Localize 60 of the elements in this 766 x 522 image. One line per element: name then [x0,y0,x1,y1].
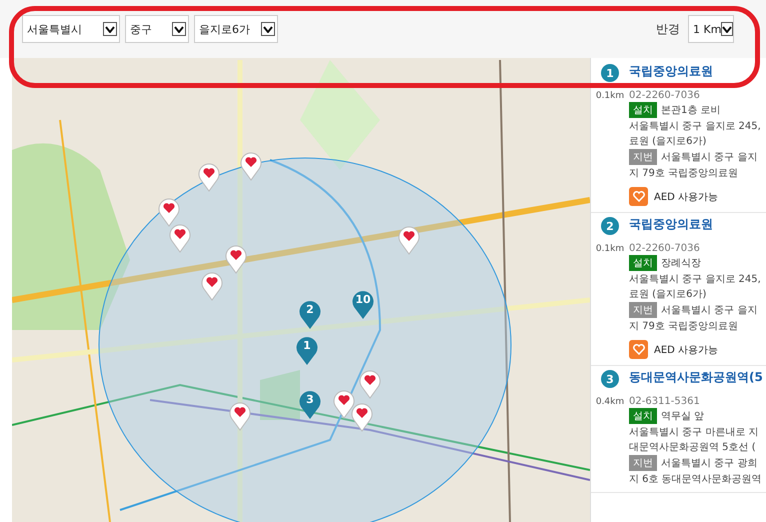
place-link[interactable]: 동대문역사문화공원역(5 [629,370,763,385]
heart-marker-icon[interactable] [198,162,220,192]
numbered-marker[interactable]: 10 [352,290,374,320]
caret-icon [172,22,186,36]
lot-tag: 지번 [629,149,657,165]
map[interactable]: 10 2 1 3 [12,58,590,522]
radius-label: 반경 [656,20,680,38]
dropdown[interactable]: 을지로6가 [194,15,278,43]
caret-icon [103,22,117,36]
heart-marker-icon[interactable] [333,389,355,419]
install-place-text: 장례식장 [661,257,701,270]
status-text: AED 사용가능 [654,344,718,356]
heart-marker-icon[interactable] [398,225,420,255]
numbered-marker[interactable]: 3 [299,390,321,420]
dropdown[interactable]: 서울특별시 [22,15,120,43]
dropdown[interactable]: 1 Km [688,15,734,43]
phone-text: 02-2260-7036 [629,243,701,254]
lot-address-text: 지 79호 국립중앙의료원 [629,320,740,333]
heart-marker-icon[interactable] [229,401,251,431]
lot-address-text: 지 6호 동대문역사문화공원역 [629,473,763,486]
status-text: AED 사용가능 [654,190,718,204]
heart-marker-icon[interactable] [169,223,191,253]
heart-marker-icon[interactable] [158,197,180,227]
lot-tag: 지번 [629,302,657,318]
dropdown[interactable]: 중구 [125,15,189,43]
heart-marker-icon[interactable] [201,271,223,301]
address-text: 서울특별시 중구 을지로 245, [629,120,761,133]
install-tag: 설치 [629,408,657,424]
phone-text: 02-2260-7036 [629,90,701,101]
number-badge: 2 [601,217,619,235]
place-link[interactable]: 국립중앙의료원 [629,64,761,79]
install-place-text: 본관1층 로비 [661,104,721,117]
install-place-text: 역무실 앞 [661,410,704,423]
address-text: 료원 (을지로6가) [629,135,708,148]
distance-text: 0.1km [596,244,624,254]
caret-icon [261,22,275,36]
caret-icon [721,22,734,36]
heart-marker-icon[interactable] [359,369,381,399]
lot-address-text: 서울특별시 중구 을지 [661,304,758,317]
phone-text: 02-6311-5361 [629,396,701,407]
numbered-marker[interactable]: 2 [299,300,321,330]
address-text: 서울특별시 중구 을지로 245, [629,273,761,286]
distance-text: 0.4km [596,397,624,407]
address-text: 대문역사문화공원역 5호선 ( [629,441,757,454]
distance-text: 0.1km [596,91,624,101]
place-link[interactable]: 국립중앙의료원 [629,217,761,232]
heart-marker-icon[interactable] [240,151,262,181]
lot-address-text: 지 79호 국립중앙의료원 [629,167,740,180]
number-badge: 1 [601,64,619,82]
address-text: 서울특별시 중구 마른내로 지 [629,426,760,439]
heart-marker-icon[interactable] [225,244,247,274]
number-badge: 3 [601,370,619,388]
lot-tag: 지번 [629,455,657,471]
install-tag: 설치 [629,255,657,271]
lot-address-text: 서울특별시 중구 광희 [661,457,758,470]
address-text: 료원 (을지로6가) [629,288,708,301]
lot-address-text: 서울특별시 중구 을지 [661,151,758,164]
heart-marker-icon[interactable] [351,402,373,432]
install-tag: 설치 [629,102,657,118]
numbered-marker[interactable]: 1 [296,336,318,366]
